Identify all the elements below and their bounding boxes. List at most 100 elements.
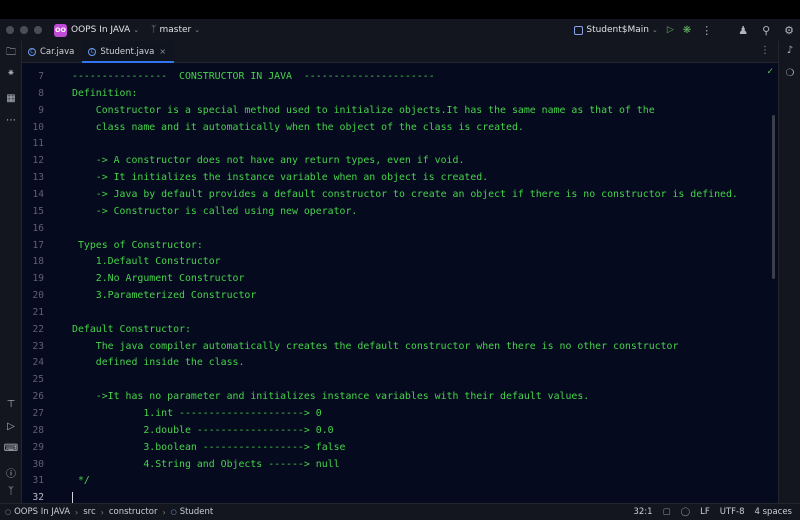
window-controls [6,26,42,34]
code-line[interactable]: Constructor is a special method used to … [72,102,655,119]
line-number: 20 [32,290,44,302]
line-number: 8 [38,87,44,99]
tab-car-java[interactable]: C Car.java [22,41,82,62]
line-number: 25 [32,374,44,386]
project-folder-icon[interactable]: 🗀 [0,45,22,62]
right-tool-window-bar: ♪ ❍ [778,41,800,503]
tab-options-icon[interactable]: ⋮ [760,45,770,56]
settings-gear-icon[interactable]: ⚙ [784,24,794,37]
chevron-down-icon[interactable]: ⌄ [194,26,200,34]
line-number: 9 [38,104,44,116]
line-number: 15 [32,205,44,217]
line-number: 24 [32,357,44,369]
status-bar: ○ OOPS In JAVA › src › constructor › ○ S… [0,503,800,520]
run-config-selector[interactable]: Student$Main [586,25,649,35]
tab-label: Car.java [40,46,75,57]
line-number: 31 [32,475,44,487]
code-line[interactable]: ---------------- CONSTRUCTOR IN JAVA ---… [72,68,435,85]
code-editor[interactable]: 7 8 9 10 11 12 13 14 15 16 17 18 19 20 21 22 23 24 25 26 27 2… [22,63,778,504]
code-line[interactable]: Types of Constructor: [72,237,203,254]
code-line[interactable]: class name and it automatically when the… [72,119,524,136]
search-icon[interactable]: ⚲ [762,24,770,37]
editor-tab-bar: C Car.java C Student.java × ⋮ [22,41,778,63]
code-line[interactable]: -> A constructor does not have any retur… [72,152,465,169]
breadcrumb-src[interactable]: src [83,507,95,517]
line-number: 26 [32,391,44,403]
code-line[interactable]: -> Constructor is called using new opera… [72,203,358,220]
breadcrumb-class[interactable]: Student [180,507,213,517]
tab-student-java[interactable]: C Student.java × [82,41,175,63]
breadcrumb-package[interactable]: constructor [109,507,158,517]
line-ending-selector[interactable]: LF [700,507,710,517]
readonly-toggle-icon[interactable]: ▢ [663,507,671,517]
run-config-icon[interactable] [574,25,584,35]
line-number: 11 [32,138,44,150]
code-line[interactable]: */ [72,472,90,489]
code-line[interactable]: The java compiler automatically creates … [72,338,679,355]
text-caret [72,491,73,504]
code-line[interactable]: -> It initializes the instance variable … [72,169,488,186]
line-number: 30 [32,458,44,470]
line-number: 27 [32,408,44,419]
code-line[interactable]: 2.No Argument Constructor [72,270,245,287]
code-line[interactable]: 3.Parameterized Constructor [72,287,257,304]
status-widgets: 32:1 ▢ ◯ LF UTF-8 4 spaces [633,504,800,520]
breadcrumb-project[interactable]: OOPS In JAVA [14,507,70,517]
code-line[interactable]: Default Constructor: [72,321,191,338]
tab-label: Student.java [100,46,155,57]
java-class-icon: ○ [170,508,177,516]
code-line[interactable]: 3.boolean -----------------> false [72,439,345,456]
project-selector[interactable]: OOPS In JAVA [71,25,130,35]
line-number: 12 [32,155,44,167]
line-number: 10 [32,121,44,133]
project-badge[interactable]: OO [54,23,67,37]
notifications-bell-icon[interactable]: ♪ [779,45,800,56]
indent-selector[interactable]: 4 spaces [755,507,792,517]
ai-assistant-icon[interactable]: ❍ [779,68,800,79]
close-tab-icon[interactable]: × [159,47,166,56]
shield-icon[interactable]: ◯ [681,507,691,517]
code-line[interactable]: -> Java by default provides a default co… [72,186,738,203]
breadcrumb: ○ OOPS In JAVA › src › constructor › ○ S… [5,507,213,517]
line-number-gutter: 7 8 9 10 11 12 13 14 15 16 17 18 19 20 21 22 23 24 25 26 27 2… [22,63,54,503]
code-line[interactable]: 1.Default Constructor [72,253,221,270]
code-line[interactable]: 2.double ------------------> 0.0 [72,422,333,439]
code-line[interactable]: Definition: [72,85,137,102]
line-number: 19 [32,273,44,285]
more-actions-icon[interactable]: ⋮ [701,24,712,37]
code-line[interactable]: 4.String and Objects ------> null [72,456,339,473]
run-toolbar: Student$Main ⌄ ▷ ❋ ⋮ ♟ ⚲ ⚙ [574,19,800,41]
line-number: 22 [32,323,44,335]
module-icon: ○ [5,508,12,516]
code-line[interactable]: defined inside the class. [72,354,245,371]
add-user-icon[interactable]: ♟ [738,24,748,37]
close-window-button[interactable] [6,26,14,34]
chevron-down-icon[interactable]: ⌄ [652,26,658,34]
line-number: 29 [32,441,44,453]
line-number: 16 [32,222,44,234]
encoding-selector[interactable]: UTF-8 [720,507,745,517]
chevron-down-icon[interactable]: ⌄ [133,26,139,34]
maximize-window-button[interactable] [34,26,42,34]
inspection-ok-icon[interactable]: ✓ [766,67,774,77]
vertical-scrollbar[interactable] [772,115,775,279]
debug-icon[interactable]: ❋ [683,25,691,36]
line-number: 21 [32,306,44,318]
code-line[interactable]: ->It has no parameter and initializes in… [72,388,589,405]
run-icon[interactable]: ▷ [667,25,674,35]
chevron-right-icon: › [75,507,79,517]
java-class-icon: C [28,47,36,56]
line-number: 23 [32,340,44,352]
title-bar: OO OOPS In JAVA ⌄ ᛉ master ⌄ Student$Mai… [0,19,800,41]
code-line[interactable]: 1.int ---------------------> 0 [72,405,321,422]
java-class-icon: C [88,47,97,56]
line-number: 7 [38,71,44,82]
line-number: 18 [32,256,44,268]
git-branch-icon[interactable]: ᛉ [151,25,156,35]
branch-selector[interactable]: master [159,25,191,35]
caret-position[interactable]: 32:1 [633,507,652,517]
screen-top-bar [0,0,800,19]
minimize-window-button[interactable] [20,26,28,34]
line-number: 13 [32,172,44,184]
line-number: 14 [32,188,44,200]
